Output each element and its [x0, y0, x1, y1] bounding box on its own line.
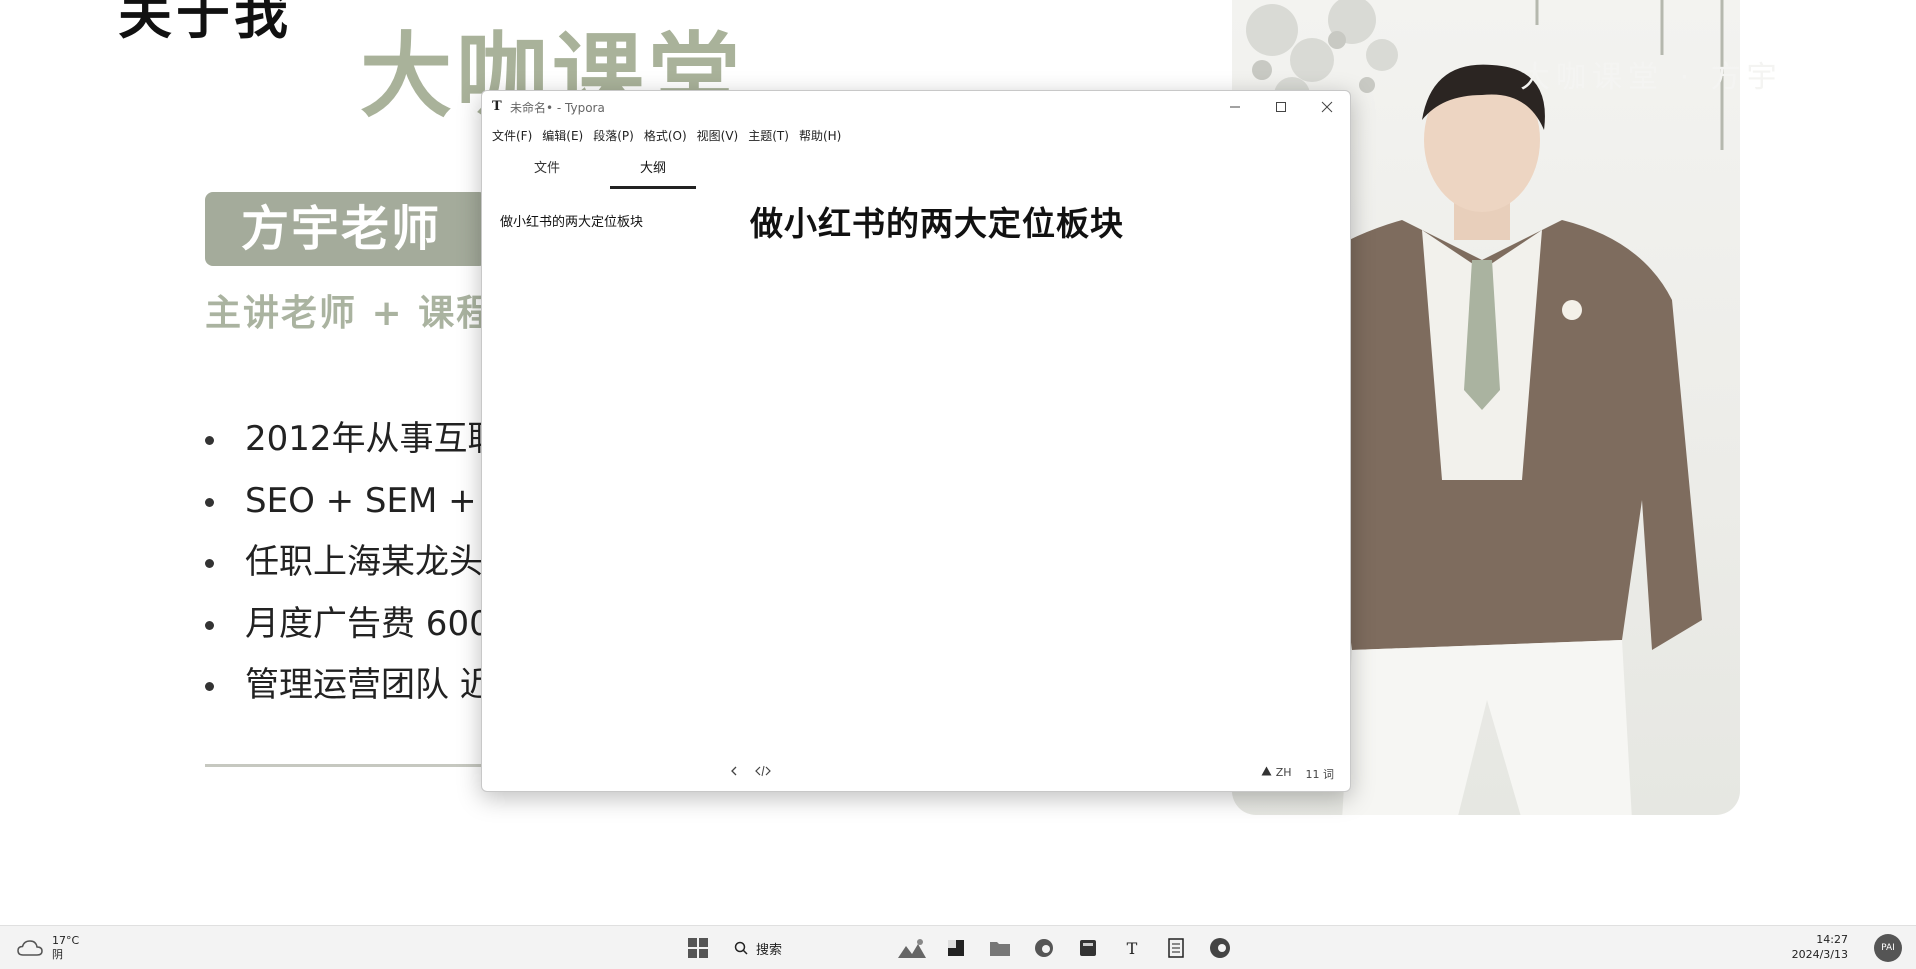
source-mode-button[interactable]	[755, 765, 771, 781]
menu-file[interactable]: 文件(F)	[487, 123, 537, 147]
taskbar-app-typora[interactable]: T	[1114, 930, 1150, 966]
weather-description: 阴	[52, 948, 63, 961]
teacher-role: 主讲老师 + 课程	[205, 293, 495, 334]
code-icon	[755, 765, 771, 777]
typora-app-icon: T	[492, 99, 502, 114]
typora-window[interactable]: T 未命名• - Typora 文件(F) 编辑(E) 段落(P) 格式(O) …	[481, 90, 1351, 792]
taskbar-app-photos[interactable]	[938, 930, 974, 966]
minimize-button[interactable]	[1212, 91, 1258, 123]
edge-dev-icon	[1210, 938, 1230, 958]
bio-bullet: SEO + SEM + 运	[205, 476, 521, 538]
menu-edit[interactable]: 编辑(E)	[537, 123, 588, 147]
maximize-icon	[1276, 102, 1286, 112]
typora-icon: T	[1126, 938, 1138, 958]
spellcheck-status[interactable]: ZH	[1261, 766, 1292, 782]
teacher-name-badge: 方宇老师	[205, 192, 487, 266]
taskbar-app-edge[interactable]	[1026, 930, 1062, 966]
bio-bullet: 任职上海某龙头	[205, 537, 521, 599]
word-count[interactable]: 11 词	[1306, 766, 1335, 782]
title-bar[interactable]: T 未命名• - Typora	[482, 91, 1350, 123]
tab-outline[interactable]: 大纲	[610, 157, 696, 189]
taskbar-search[interactable]: 搜索	[724, 933, 884, 963]
edge-icon	[1035, 939, 1053, 957]
folder-icon	[990, 942, 1010, 956]
taskbar-widgets[interactable]	[894, 930, 930, 966]
bio-bullet: 月度广告费 600	[205, 599, 521, 661]
system-clock[interactable]: 14:27 2024/3/13	[1792, 932, 1848, 962]
menu-bar: 文件(F) 编辑(E) 段落(P) 格式(O) 视图(V) 主题(T) 帮助(H…	[482, 123, 1350, 147]
window-title: 未命名• - Typora	[510, 101, 605, 115]
menu-theme[interactable]: 主题(T)	[743, 123, 794, 147]
bio-bullet-list: 2012年从事互联 SEO + SEM + 运 任职上海某龙头 月度广告费 60…	[205, 414, 521, 722]
close-icon	[1321, 101, 1333, 113]
notepad-icon	[1168, 938, 1184, 958]
search-icon	[734, 941, 748, 955]
calculator-icon	[1080, 940, 1096, 956]
menu-help[interactable]: 帮助(H)	[794, 123, 846, 147]
minimize-icon	[1230, 106, 1240, 108]
bio-bullet: 2012年从事互联	[205, 414, 521, 476]
menu-view[interactable]: 视图(V)	[692, 123, 744, 147]
chevron-left-icon	[731, 766, 737, 776]
taskbar: 17°C 阴 搜索 T 14:27 2024/3/13 PAI	[0, 925, 1916, 969]
slide-heading: 关于我	[118, 0, 292, 46]
outline-item[interactable]: 做小红书的两大定位板块	[500, 211, 643, 230]
tab-files[interactable]: 文件	[504, 157, 590, 189]
tray-avatar[interactable]: PAI	[1874, 934, 1902, 962]
sidebar-tabs: 文件 大纲	[482, 147, 722, 193]
bio-bullet: 管理运营团队 近	[205, 660, 521, 722]
photos-icon	[948, 940, 964, 956]
taskbar-app-explorer[interactable]	[982, 930, 1018, 966]
watermark: 大咖课堂 · 方宇	[1520, 60, 1783, 95]
editor-area[interactable]: 做小红书的两大定位板块	[722, 147, 1350, 757]
maximize-button[interactable]	[1258, 91, 1304, 123]
menu-paragraph[interactable]: 段落(P)	[588, 123, 639, 147]
sidebar: 文件 大纲 做小红书的两大定位板块	[482, 147, 722, 757]
taskbar-app-edge-dev[interactable]	[1202, 930, 1238, 966]
weather-widget[interactable]: 17°C 阴	[16, 934, 79, 962]
clock-time: 14:27	[1816, 933, 1848, 946]
taskbar-app-calculator[interactable]	[1070, 930, 1106, 966]
landscape-icon	[898, 939, 926, 958]
windows-icon	[688, 938, 708, 958]
toggle-sidebar-button[interactable]	[729, 765, 739, 781]
warning-icon	[1261, 766, 1272, 776]
cloud-icon	[17, 940, 43, 956]
weather-temperature: 17°C	[52, 934, 80, 947]
menu-format[interactable]: 格式(O)	[639, 123, 692, 147]
search-label: 搜索	[756, 942, 783, 958]
language-label: ZH	[1275, 766, 1292, 779]
clock-date: 2024/3/13	[1791, 948, 1848, 961]
document-heading[interactable]: 做小红书的两大定位板块	[750, 197, 1124, 245]
start-button[interactable]	[680, 930, 716, 966]
close-button[interactable]	[1304, 91, 1350, 123]
taskbar-app-notepad[interactable]	[1158, 930, 1194, 966]
status-bar: ZH 11 词	[482, 757, 1350, 791]
